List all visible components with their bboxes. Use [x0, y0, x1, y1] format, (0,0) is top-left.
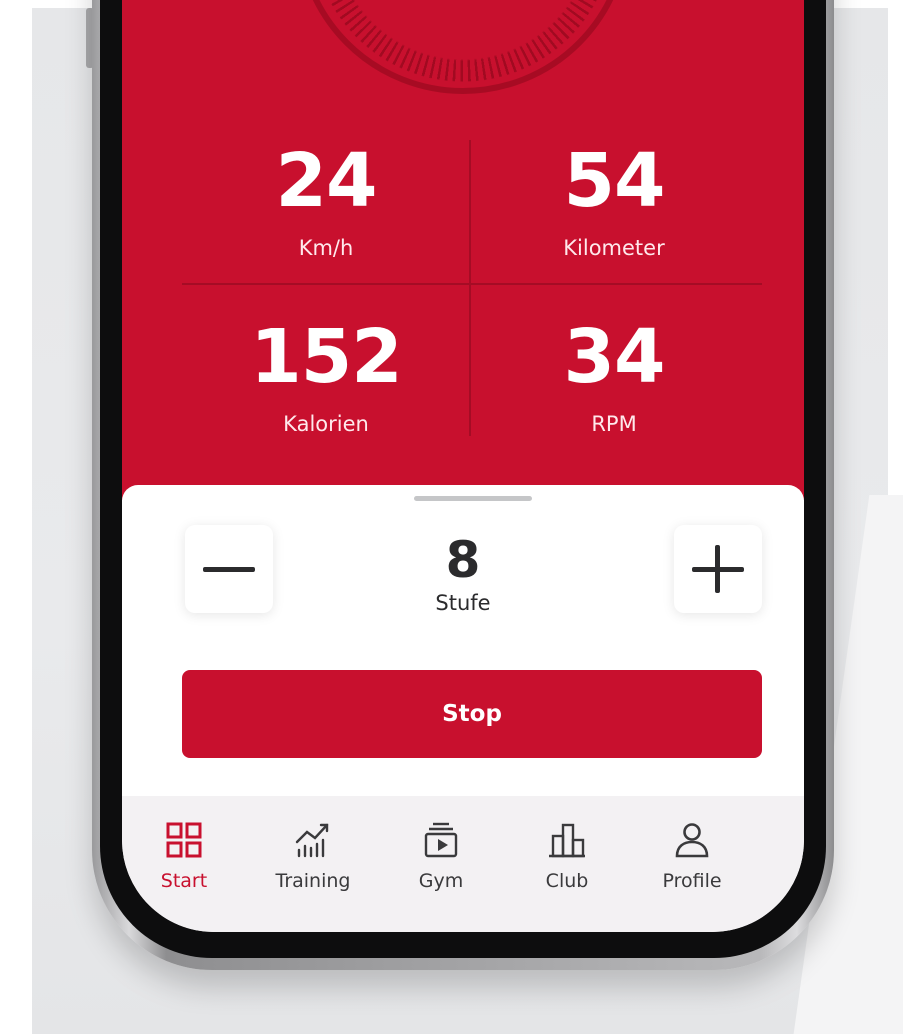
level-value: 8: [445, 531, 481, 589]
video-play-icon: [424, 822, 458, 858]
phone-bezel: 24 Km/h 54 Kilometer 152 Kalorien 34 RPM: [100, 0, 826, 958]
phone-frame: 24 Km/h 54 Kilometer 152 Kalorien 34 RPM: [92, 0, 834, 970]
stop-button[interactable]: Stop: [182, 670, 762, 758]
plus-icon-vertical: [715, 545, 720, 593]
increase-level-button[interactable]: [674, 525, 762, 613]
tab-gym-label: Gym: [418, 870, 464, 892]
stat-distance-label: Kilometer: [563, 236, 665, 260]
stat-rpm: 34 RPM: [474, 320, 754, 436]
tab-training[interactable]: Training: [253, 796, 373, 896]
stat-calories-label: Kalorien: [283, 412, 369, 436]
minus-icon: [203, 567, 255, 572]
stat-speed: 24 Km/h: [186, 144, 466, 260]
tab-club[interactable]: Club: [507, 796, 627, 896]
tab-club-label: Club: [545, 870, 589, 892]
phone-screen: 24 Km/h 54 Kilometer 152 Kalorien 34 RPM: [122, 0, 804, 932]
stat-rpm-label: RPM: [591, 412, 637, 436]
stat-calories-value: 152: [250, 314, 402, 400]
stats-divider-vertical: [469, 140, 471, 436]
sheet-drag-handle[interactable]: [414, 496, 532, 501]
tab-profile[interactable]: Profile: [632, 796, 752, 896]
level-label: Stufe: [435, 591, 491, 615]
stat-distance-value: 54: [563, 138, 666, 224]
tab-start-label: Start: [160, 870, 208, 892]
stat-distance: 54 Kilometer: [474, 144, 754, 260]
grid-icon: [166, 822, 202, 858]
tab-gym[interactable]: Gym: [381, 796, 501, 896]
stat-speed-value: 24: [275, 138, 378, 224]
tab-profile-label: Profile: [662, 870, 722, 892]
decrease-level-button[interactable]: [185, 525, 273, 613]
control-sheet: 8 Stufe Stop: [122, 485, 804, 805]
stat-calories: 152 Kalorien: [186, 320, 466, 436]
tab-start[interactable]: Start: [124, 796, 244, 896]
bottom-tab-bar: Start Training Gym Club Profile: [122, 796, 804, 932]
workout-stats-panel: 24 Km/h 54 Kilometer 152 Kalorien 34 RPM: [122, 0, 804, 500]
chart-trend-icon: [295, 823, 329, 858]
person-icon: [675, 823, 709, 858]
stats-divider-horizontal: [182, 283, 762, 285]
tab-training-label: Training: [275, 870, 351, 892]
stat-speed-label: Km/h: [298, 236, 354, 260]
screenshot-stage: 24 Km/h 54 Kilometer 152 Kalorien 34 RPM: [0, 0, 903, 1034]
stat-rpm-value: 34: [563, 314, 666, 400]
buildings-icon: [549, 823, 585, 858]
